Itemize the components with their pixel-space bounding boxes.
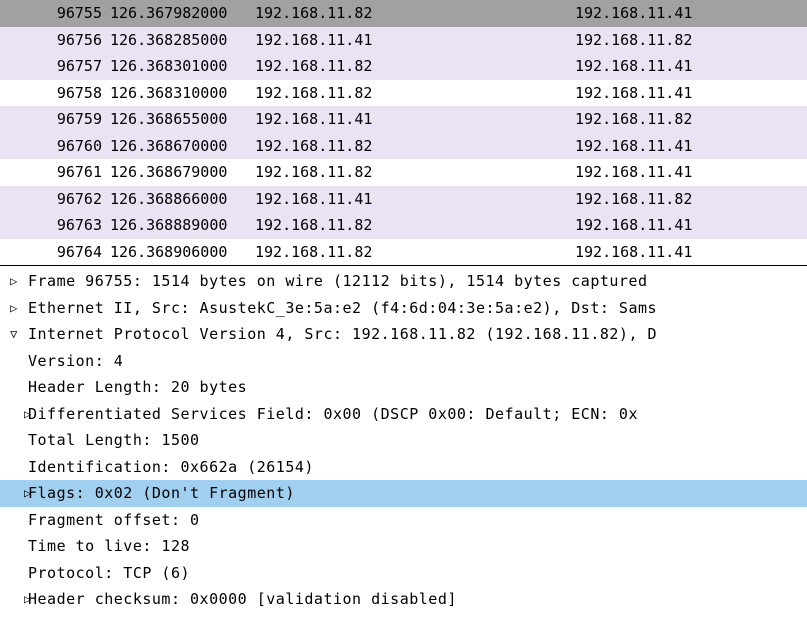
details-line[interactable]: ▷Ethernet II, Src: AsustekC_3e:5a:e2 (f4…: [0, 295, 807, 322]
packet-no: 96762: [0, 186, 110, 213]
packet-source: 192.168.11.82: [255, 53, 575, 80]
details-line[interactable]: ▷Frame 96755: 1514 bytes on wire (12112 …: [0, 268, 807, 295]
packet-destination: 192.168.11.82: [575, 106, 807, 133]
details-text: Flags: 0x02 (Don't Fragment): [28, 480, 807, 507]
details-text: Internet Protocol Version 4, Src: 192.16…: [28, 321, 807, 348]
packet-source: 192.168.11.82: [255, 80, 575, 107]
details-text: Ethernet II, Src: AsustekC_3e:5a:e2 (f4:…: [28, 295, 807, 322]
packet-list-table[interactable]: 96755126.367982000192.168.11.82192.168.1…: [0, 0, 807, 265]
packet-source: 192.168.11.41: [255, 186, 575, 213]
expand-icon[interactable]: ▷: [0, 295, 28, 322]
packet-source: 192.168.11.82: [255, 133, 575, 160]
packet-time: 126.368866000: [110, 186, 255, 213]
packet-time: 126.367982000: [110, 0, 255, 27]
details-text: Header Length: 20 bytes: [28, 374, 807, 401]
packet-no: 96756: [0, 27, 110, 54]
details-text: Fragment offset: 0: [28, 507, 807, 534]
packet-row[interactable]: 96762126.368866000192.168.11.41192.168.1…: [0, 186, 807, 213]
packet-no: 96761: [0, 159, 110, 186]
packet-no: 96763: [0, 212, 110, 239]
details-line[interactable]: ▽Internet Protocol Version 4, Src: 192.1…: [0, 321, 807, 348]
details-line[interactable]: Total Length: 1500: [0, 427, 807, 454]
packet-time: 126.368889000: [110, 212, 255, 239]
packet-row[interactable]: 96764126.368906000192.168.11.82192.168.1…: [0, 239, 807, 266]
packet-row[interactable]: 96761126.368679000192.168.11.82192.168.1…: [0, 159, 807, 186]
packet-time: 126.368285000: [110, 27, 255, 54]
packet-time: 126.368670000: [110, 133, 255, 160]
details-line[interactable]: Time to live: 128: [0, 533, 807, 560]
packet-time: 126.368310000: [110, 80, 255, 107]
details-line[interactable]: Header Length: 20 bytes: [0, 374, 807, 401]
packet-source: 192.168.11.82: [255, 159, 575, 186]
details-line[interactable]: Version: 4: [0, 348, 807, 375]
packet-source: 192.168.11.82: [255, 0, 575, 27]
details-line[interactable]: Protocol: TCP (6): [0, 560, 807, 587]
packet-destination: 192.168.11.41: [575, 53, 807, 80]
packet-destination: 192.168.11.41: [575, 80, 807, 107]
packet-details-tree[interactable]: ▷Frame 96755: 1514 bytes on wire (12112 …: [0, 265, 807, 613]
packet-destination: 192.168.11.41: [575, 0, 807, 27]
packet-time: 126.368679000: [110, 159, 255, 186]
packet-source: 192.168.11.41: [255, 27, 575, 54]
packet-destination: 192.168.11.41: [575, 133, 807, 160]
details-line[interactable]: Identification: 0x662a (26154): [0, 454, 807, 481]
packet-destination: 192.168.11.41: [575, 212, 807, 239]
packet-destination: 192.168.11.41: [575, 159, 807, 186]
details-text: Total Length: 1500: [28, 427, 807, 454]
details-text: Frame 96755: 1514 bytes on wire (12112 b…: [28, 268, 807, 295]
packet-no: 96760: [0, 133, 110, 160]
expand-icon[interactable]: ▷: [0, 268, 28, 295]
packet-row[interactable]: 96760126.368670000192.168.11.82192.168.1…: [0, 133, 807, 160]
packet-no: 96757: [0, 53, 110, 80]
packet-no: 96759: [0, 106, 110, 133]
packet-row[interactable]: 96759126.368655000192.168.11.41192.168.1…: [0, 106, 807, 133]
packet-source: 192.168.11.82: [255, 212, 575, 239]
details-line[interactable]: ▷Differentiated Services Field: 0x00 (DS…: [0, 401, 807, 428]
details-text: Header checksum: 0x0000 [validation disa…: [28, 586, 807, 613]
packet-source: 192.168.11.82: [255, 239, 575, 266]
packet-source: 192.168.11.41: [255, 106, 575, 133]
expand-icon[interactable]: ▷: [0, 586, 28, 613]
packet-row[interactable]: 96755126.367982000192.168.11.82192.168.1…: [0, 0, 807, 27]
details-line[interactable]: ▷Flags: 0x02 (Don't Fragment): [0, 480, 807, 507]
details-text: Protocol: TCP (6): [28, 560, 807, 587]
details-text: Identification: 0x662a (26154): [28, 454, 807, 481]
details-text: Differentiated Services Field: 0x00 (DSC…: [28, 401, 807, 428]
packet-no: 96758: [0, 80, 110, 107]
packet-time: 126.368301000: [110, 53, 255, 80]
packet-row[interactable]: 96763126.368889000192.168.11.82192.168.1…: [0, 212, 807, 239]
collapse-icon[interactable]: ▽: [0, 321, 28, 348]
packet-no: 96764: [0, 239, 110, 266]
packet-time: 126.368655000: [110, 106, 255, 133]
packet-row[interactable]: 96758126.368310000192.168.11.82192.168.1…: [0, 80, 807, 107]
details-text: Time to live: 128: [28, 533, 807, 560]
packet-destination: 192.168.11.82: [575, 27, 807, 54]
details-line[interactable]: ▷Header checksum: 0x0000 [validation dis…: [0, 586, 807, 613]
packet-time: 126.368906000: [110, 239, 255, 266]
expand-icon[interactable]: ▷: [0, 401, 28, 428]
expand-icon[interactable]: ▷: [0, 480, 28, 507]
details-text: Version: 4: [28, 348, 807, 375]
packet-destination: 192.168.11.82: [575, 186, 807, 213]
packet-destination: 192.168.11.41: [575, 239, 807, 266]
packet-row[interactable]: 96756126.368285000192.168.11.41192.168.1…: [0, 27, 807, 54]
packet-no: 96755: [0, 0, 110, 27]
packet-row[interactable]: 96757126.368301000192.168.11.82192.168.1…: [0, 53, 807, 80]
details-line[interactable]: Fragment offset: 0: [0, 507, 807, 534]
